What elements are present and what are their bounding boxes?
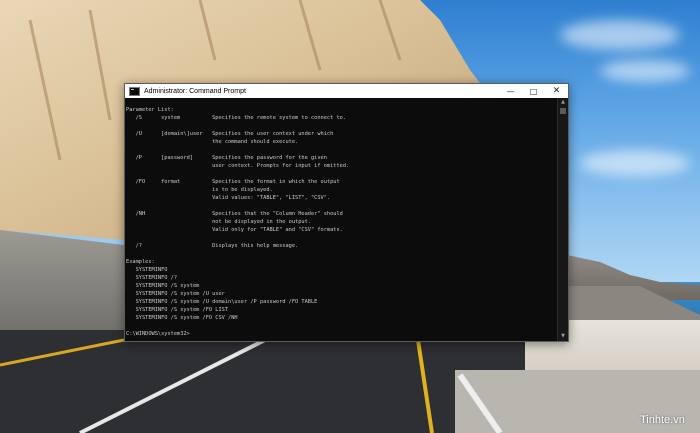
- maximize-icon: □: [529, 86, 538, 96]
- console-line: /S system Specifies the remote system to…: [126, 115, 347, 121]
- command-prompt-icon: [129, 86, 140, 96]
- console-line: Valid values: "TABLE", "LIST", "CSV".: [126, 195, 331, 201]
- console-line: /P [password] Specifies the password for…: [126, 155, 327, 161]
- vertical-scrollbar[interactable]: ▲ ▼: [557, 98, 568, 341]
- console-line: /NH Specifies that the "Column Header" s…: [126, 211, 343, 217]
- watermark: Tinhte.vn: [640, 414, 685, 426]
- console-line: SYSTEMINFO: [126, 267, 168, 273]
- console-line: SYSTEMINFO /?: [126, 275, 178, 281]
- console-line: Examples:: [126, 259, 155, 265]
- console-line: /? Displays this help message.: [126, 243, 299, 249]
- console-line: is to be displayed.: [126, 187, 273, 193]
- minimize-icon: —: [506, 86, 515, 96]
- console-line: SYSTEMINFO /S system /U user: [126, 291, 225, 297]
- scroll-down-arrow-icon[interactable]: ▼: [558, 332, 568, 341]
- window-title: Administrator: Command Prompt: [144, 87, 246, 95]
- console-text[interactable]: Parameter List: /S system Specifies the …: [125, 98, 557, 338]
- scroll-up-arrow-icon[interactable]: ▲: [558, 98, 568, 107]
- console-line: SYSTEMINFO /S system /FO LIST: [126, 307, 229, 313]
- road-markings: [0, 338, 503, 433]
- console-line: not be displayed in the output.: [126, 219, 311, 225]
- console-line: /U [domain\]user Specifies the user cont…: [126, 131, 334, 137]
- console-line: SYSTEMINFO /S system /FO CSV /NH: [126, 315, 238, 321]
- close-icon: ✕: [552, 86, 561, 96]
- title-bar[interactable]: Administrator: Command Prompt — □ ✕: [125, 84, 568, 98]
- console-line: SYSTEMINFO /S system: [126, 283, 200, 289]
- console-line: SYSTEMINFO /S system /U domain\user /P p…: [126, 299, 318, 305]
- console-line: user context. Prompts for input if omitt…: [126, 163, 350, 169]
- console-line: Parameter List:: [126, 107, 174, 113]
- close-button[interactable]: ✕: [545, 84, 568, 98]
- console-line: /FO format Specifies the format in which…: [126, 179, 340, 185]
- console-output[interactable]: Parameter List: /S system Specifies the …: [125, 98, 557, 341]
- console-line: the command should execute.: [126, 139, 299, 145]
- scrollbar-thumb[interactable]: [560, 108, 566, 114]
- maximize-button[interactable]: □: [522, 84, 545, 98]
- minimize-button[interactable]: —: [499, 84, 522, 98]
- command-prompt-window[interactable]: Administrator: Command Prompt — □ ✕ Para…: [124, 83, 569, 342]
- console-line: C:\WINDOWS\system32>: [126, 331, 190, 337]
- console-line: Valid only for "TABLE" and "CSV" formats…: [126, 227, 343, 233]
